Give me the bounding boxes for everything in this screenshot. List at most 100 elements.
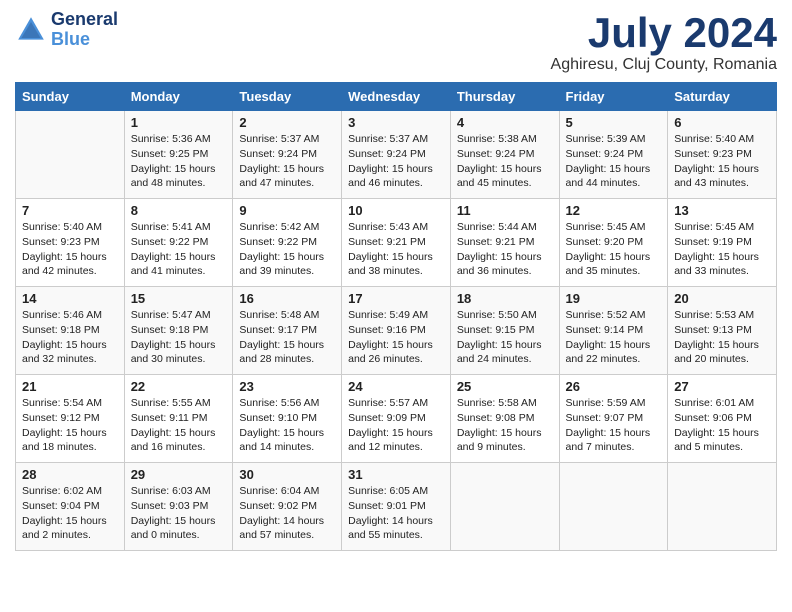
calendar-cell: 11 Sunrise: 5:44 AM Sunset: 9:21 PM Dayli… [450,199,559,287]
day-info: Sunrise: 5:44 AM Sunset: 9:21 PM Dayligh… [457,220,553,279]
day-info: Sunrise: 5:58 AM Sunset: 9:08 PM Dayligh… [457,396,553,455]
day-number: 22 [131,379,227,394]
calendar-cell: 29Sunrise: 6:03 AM Sunset: 9:03 PM Dayli… [124,463,233,551]
day-info: Sunrise: 5:47 AM Sunset: 9:18 PM Dayligh… [131,308,227,367]
day-info: Sunrise: 5:57 AM Sunset: 9:09 PM Dayligh… [348,396,444,455]
day-number: 28 [22,467,118,482]
day-info: Sunrise: 5:39 AM Sunset: 9:24 PM Dayligh… [566,132,662,191]
day-info: Sunrise: 5:50 AM Sunset: 9:15 PM Dayligh… [457,308,553,367]
day-info: Sunrise: 5:40 AM Sunset: 9:23 PM Dayligh… [674,132,770,191]
week-row-3: 14 Sunrise: 5:46 AM Sunset: 9:18 PM Dayli… [16,287,777,375]
calendar-cell: 30 Sunrise: 6:04 AM Sunset: 9:02 PM Dayli… [233,463,342,551]
day-info: Sunrise: 5:56 AM Sunset: 9:10 PM Dayligh… [239,396,335,455]
calendar-cell: 14 Sunrise: 5:46 AM Sunset: 9:18 PM Dayli… [16,287,125,375]
calendar-cell: 9Sunrise: 5:42 AM Sunset: 9:22 PM Daylig… [233,199,342,287]
calendar-cell: 10 Sunrise: 5:43 AM Sunset: 9:21 PM Dayli… [342,199,451,287]
day-info: Sunrise: 6:02 AM Sunset: 9:04 PM Dayligh… [22,484,118,543]
calendar-cell: 1Sunrise: 5:36 AM Sunset: 9:25 PM Daylig… [124,111,233,199]
day-info: Sunrise: 6:05 AM Sunset: 9:01 PM Dayligh… [348,484,444,543]
calendar-cell: 31 Sunrise: 6:05 AM Sunset: 9:01 PM Dayli… [342,463,451,551]
column-header-thursday: Thursday [450,83,559,111]
calendar-cell: 28 Sunrise: 6:02 AM Sunset: 9:04 PM Dayli… [16,463,125,551]
day-info: Sunrise: 5:53 AM Sunset: 9:13 PM Dayligh… [674,308,770,367]
week-row-4: 21Sunrise: 5:54 AM Sunset: 9:12 PM Dayli… [16,375,777,463]
calendar-cell: 24 Sunrise: 5:57 AM Sunset: 9:09 PM Dayli… [342,375,451,463]
day-info: Sunrise: 5:49 AM Sunset: 9:16 PM Dayligh… [348,308,444,367]
day-number: 15 [131,291,227,306]
calendar-cell: 8 Sunrise: 5:41 AM Sunset: 9:22 PM Daylig… [124,199,233,287]
week-row-2: 7Sunrise: 5:40 AM Sunset: 9:23 PM Daylig… [16,199,777,287]
column-header-saturday: Saturday [668,83,777,111]
subtitle: Aghiresu, Cluj County, Romania [551,56,777,74]
day-number: 13 [674,203,770,218]
calendar-cell [668,463,777,551]
day-info: Sunrise: 5:37 AM Sunset: 9:24 PM Dayligh… [348,132,444,191]
week-row-5: 28 Sunrise: 6:02 AM Sunset: 9:04 PM Dayli… [16,463,777,551]
day-number: 19 [566,291,662,306]
column-header-monday: Monday [124,83,233,111]
day-number: 17 [348,291,444,306]
day-info: Sunrise: 5:40 AM Sunset: 9:23 PM Dayligh… [22,220,118,279]
calendar-cell: 22 Sunrise: 5:55 AM Sunset: 9:11 PM Dayli… [124,375,233,463]
column-header-tuesday: Tuesday [233,83,342,111]
day-number: 18 [457,291,553,306]
day-info: Sunrise: 5:59 AM Sunset: 9:07 PM Dayligh… [566,396,662,455]
calendar-cell: 7Sunrise: 5:40 AM Sunset: 9:23 PM Daylig… [16,199,125,287]
calendar-cell: 17 Sunrise: 5:49 AM Sunset: 9:16 PM Dayli… [342,287,451,375]
day-info: Sunrise: 5:43 AM Sunset: 9:21 PM Dayligh… [348,220,444,279]
day-number: 8 [131,203,227,218]
day-info: Sunrise: 6:04 AM Sunset: 9:02 PM Dayligh… [239,484,335,543]
calendar-cell [450,463,559,551]
calendar-cell: 21Sunrise: 5:54 AM Sunset: 9:12 PM Dayli… [16,375,125,463]
title-area: July 2024 Aghiresu, Cluj County, Romania [551,10,777,74]
column-header-wednesday: Wednesday [342,83,451,111]
day-info: Sunrise: 5:45 AM Sunset: 9:19 PM Dayligh… [674,220,770,279]
calendar-cell: 3 Sunrise: 5:37 AM Sunset: 9:24 PM Daylig… [342,111,451,199]
day-number: 27 [674,379,770,394]
day-number: 16 [239,291,335,306]
day-number: 25 [457,379,553,394]
week-row-1: 1Sunrise: 5:36 AM Sunset: 9:25 PM Daylig… [16,111,777,199]
day-number: 31 [348,467,444,482]
calendar-cell: 27Sunrise: 6:01 AM Sunset: 9:06 PM Dayli… [668,375,777,463]
header-row: SundayMondayTuesdayWednesdayThursdayFrid… [16,83,777,111]
day-number: 11 [457,203,553,218]
calendar-table: SundayMondayTuesdayWednesdayThursdayFrid… [15,82,777,551]
day-number: 26 [566,379,662,394]
calendar-cell: 6Sunrise: 5:40 AM Sunset: 9:23 PM Daylig… [668,111,777,199]
day-info: Sunrise: 5:37 AM Sunset: 9:24 PM Dayligh… [239,132,335,191]
logo: General Blue [15,10,118,50]
day-info: Sunrise: 5:36 AM Sunset: 9:25 PM Dayligh… [131,132,227,191]
day-info: Sunrise: 5:38 AM Sunset: 9:24 PM Dayligh… [457,132,553,191]
calendar-cell: 5Sunrise: 5:39 AM Sunset: 9:24 PM Daylig… [559,111,668,199]
calendar-cell: 13 Sunrise: 5:45 AM Sunset: 9:19 PM Dayli… [668,199,777,287]
day-number: 14 [22,291,118,306]
calendar-cell: 2Sunrise: 5:37 AM Sunset: 9:24 PM Daylig… [233,111,342,199]
day-info: Sunrise: 5:55 AM Sunset: 9:11 PM Dayligh… [131,396,227,455]
column-header-friday: Friday [559,83,668,111]
day-info: Sunrise: 5:54 AM Sunset: 9:12 PM Dayligh… [22,396,118,455]
day-info: Sunrise: 5:41 AM Sunset: 9:22 PM Dayligh… [131,220,227,279]
calendar-body: 1Sunrise: 5:36 AM Sunset: 9:25 PM Daylig… [16,111,777,551]
calendar-cell: 12Sunrise: 5:45 AM Sunset: 9:20 PM Dayli… [559,199,668,287]
day-info: Sunrise: 5:48 AM Sunset: 9:17 PM Dayligh… [239,308,335,367]
logo-text: General Blue [51,10,118,50]
day-number: 23 [239,379,335,394]
day-number: 4 [457,115,553,130]
calendar-cell: 4 Sunrise: 5:38 AM Sunset: 9:24 PM Daylig… [450,111,559,199]
calendar-cell: 19Sunrise: 5:52 AM Sunset: 9:14 PM Dayli… [559,287,668,375]
calendar-cell [559,463,668,551]
calendar-cell [16,111,125,199]
calendar-cell: 20Sunrise: 5:53 AM Sunset: 9:13 PM Dayli… [668,287,777,375]
day-number: 30 [239,467,335,482]
day-info: Sunrise: 5:46 AM Sunset: 9:18 PM Dayligh… [22,308,118,367]
calendar-header: SundayMondayTuesdayWednesdayThursdayFrid… [16,83,777,111]
day-number: 10 [348,203,444,218]
day-number: 24 [348,379,444,394]
day-info: Sunrise: 6:03 AM Sunset: 9:03 PM Dayligh… [131,484,227,543]
header: General Blue July 2024 Aghiresu, Cluj Co… [15,10,777,74]
column-header-sunday: Sunday [16,83,125,111]
day-info: Sunrise: 5:42 AM Sunset: 9:22 PM Dayligh… [239,220,335,279]
calendar-cell: 25 Sunrise: 5:58 AM Sunset: 9:08 PM Dayli… [450,375,559,463]
day-number: 3 [348,115,444,130]
